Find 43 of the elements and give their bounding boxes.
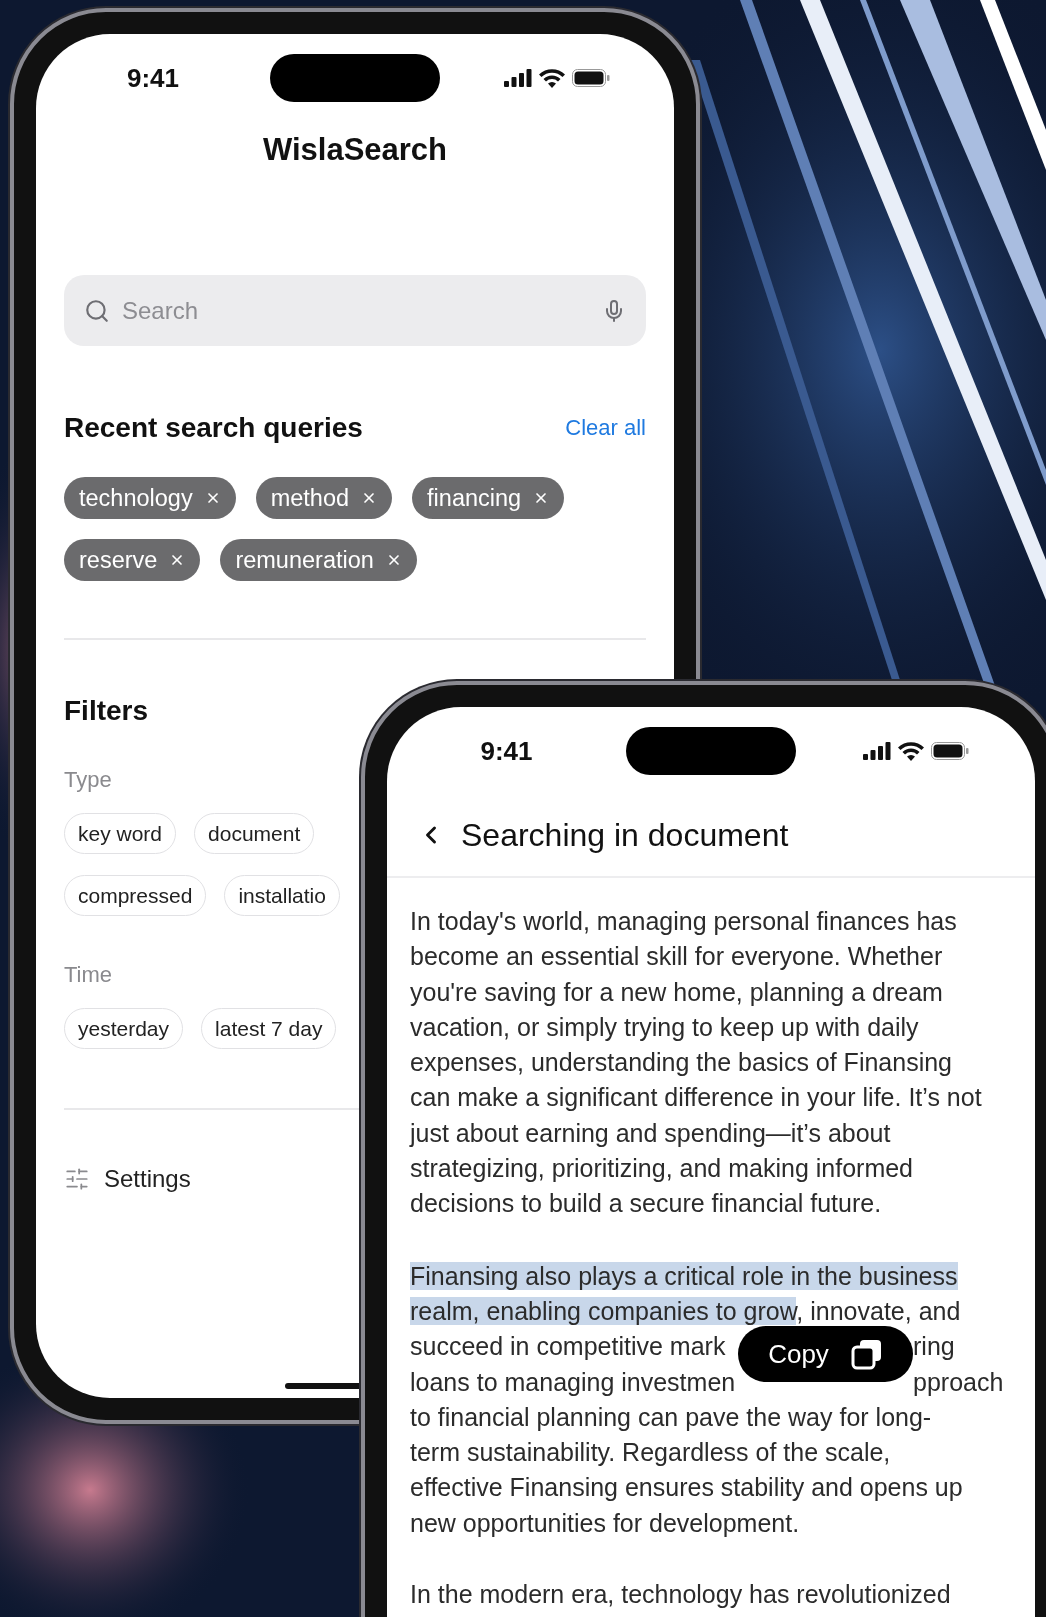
text-line: effective Finansing ensures stability and opens up (410, 1472, 963, 1504)
text-line: to financial planning can pave the way for long- (410, 1401, 932, 1433)
text-line: succeed in competitive mark (410, 1331, 726, 1363)
filter-chip[interactable]: installatio (224, 875, 340, 916)
paragraph: In today's world, managing personal finances has become an essential skill for everyone. Whether you're saving for a new home, planning a dream vacation, or simply trying to keep up with daily expenses, understanding the basics of Finansing can make a significant difference in your life. It’s not just about earning and spending—it’s about strategizing, prioritizing, and making informed decisions to build a secure financial future. (410, 906, 983, 1220)
settings-icon (64, 1166, 90, 1192)
search-field[interactable]: Search (64, 275, 646, 346)
text-line: loans to managing investmen (410, 1366, 736, 1398)
text-line: term sustainability. Regardless of the scale, (410, 1437, 891, 1469)
copy-icon (850, 1338, 883, 1370)
page-title: Searching in document (461, 816, 789, 854)
battery-icon (930, 742, 969, 760)
filter-chip[interactable]: compressed (64, 875, 207, 916)
signal-icon (862, 742, 891, 760)
text-line: new opportunities for development. (410, 1507, 800, 1539)
search-icon (84, 297, 110, 324)
text-line: ring (913, 1331, 955, 1363)
paragraph: In the modern era, technology has revolutionized (410, 1579, 952, 1611)
filter-chip[interactable]: yesterday (64, 1008, 184, 1049)
filter-chip[interactable]: latest 7 day (201, 1008, 337, 1049)
query-chip[interactable]: method (255, 477, 393, 519)
query-chip[interactable]: reserve (64, 539, 201, 581)
text-line: pproach (913, 1366, 1004, 1398)
settings-button[interactable]: Settings (64, 1165, 191, 1193)
status-time: 9:41 (126, 62, 179, 94)
wifi-icon (897, 741, 924, 761)
battery-icon (572, 69, 610, 87)
filter-chip[interactable]: key word (64, 813, 177, 854)
query-chip[interactable]: remuneration (220, 539, 417, 581)
query-chip[interactable]: technology (64, 477, 236, 519)
section-heading: Recent search queries (64, 412, 363, 444)
status-time: 9:41 (480, 735, 533, 767)
wifi-icon (539, 68, 565, 88)
app-title: WislaSearch (261, 132, 449, 168)
filter-group-label: Type (64, 768, 113, 792)
section-heading: Filters (64, 695, 149, 727)
text-line: realm, enabling companies to grow, innovate, and (410, 1295, 961, 1327)
signal-icon (504, 69, 532, 87)
filter-chip[interactable]: document (194, 813, 315, 854)
clear-all-link[interactable]: Clear all (565, 415, 646, 441)
query-chip[interactable]: financing (412, 477, 565, 519)
filter-group-label: Time (64, 963, 114, 987)
copy-button[interactable]: Copy (738, 1326, 913, 1382)
